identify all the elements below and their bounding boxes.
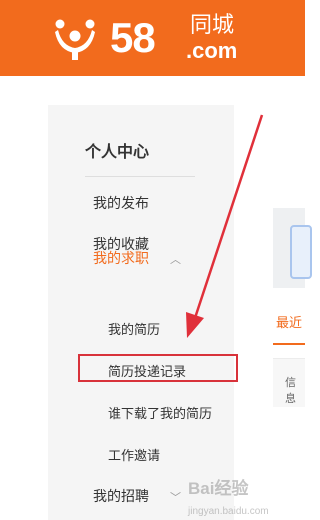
annotation-arrow-shaft bbox=[193, 114, 264, 319]
watermark-text: Bai bbox=[188, 479, 215, 498]
watermark-subtext: jingyan.baidu.com bbox=[188, 506, 269, 517]
baidu-watermark: Bai经验 jingyan.baidu.com bbox=[188, 474, 269, 519]
annotation-arrow bbox=[186, 114, 264, 338]
annotation-arrow-head bbox=[186, 312, 204, 338]
watermark-text-jingyan: 经验 bbox=[214, 479, 249, 498]
